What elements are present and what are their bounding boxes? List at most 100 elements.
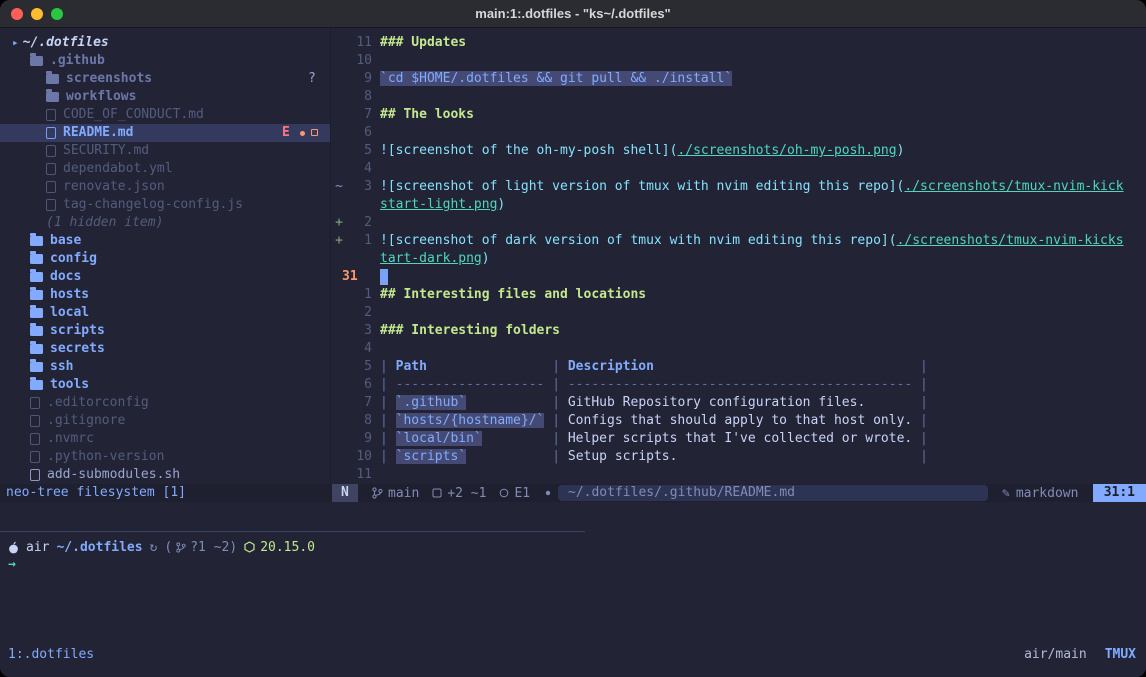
tree-item-nvmrc[interactable]: .nvmrc [0,430,330,448]
tree-item-tools[interactable]: tools [0,376,330,394]
line-number: 1 [338,286,372,304]
line-text: | `.github` | GitHub Repository configur… [380,394,928,412]
tree-item-code-of-conduct-md[interactable]: CODE_OF_CONDUCT.md [0,106,330,124]
editor-line[interactable]: tart-dark.png) [332,250,1146,268]
editor-line[interactable]: 4 [332,160,1146,178]
folder-icon [30,236,43,246]
tree-item-local[interactable]: local [0,304,330,322]
git-branch: main [372,486,419,501]
tree-item-github[interactable]: .github [0,52,330,70]
tree-item-label: SECURITY.md [63,142,149,160]
statusline: neo-tree filesystem [1] N main +2 ~1 E1 [0,484,1146,502]
chevron-icon: ▸ [12,34,19,52]
minimize-button[interactable] [31,8,43,20]
js-icon [46,199,56,211]
tree-item-label: .editorconfig [47,394,149,412]
folder-icon [30,362,43,372]
tree-item-label: ssh [50,358,73,376]
editor-line[interactable]: 1## Interesting files and locations [332,286,1146,304]
tmux-label: TMUX [1105,646,1136,664]
line-text: tart-dark.png) [380,250,490,268]
diff-counts: +2 ~1 [447,486,486,501]
tree-item-ssh[interactable]: ssh [0,358,330,376]
tree-item-security-md[interactable]: SECURITY.md [0,142,330,160]
editor-line[interactable]: 3### Interesting folders [332,322,1146,340]
tree-item-secrets[interactable]: secrets [0,340,330,358]
tree-item-label: tag-changelog-config.js [63,196,243,214]
git-branch-icon [372,487,383,499]
editor-line[interactable]: 8 | `hosts/{hostname}/` | Configs that sh… [332,412,1146,430]
editor-line[interactable]: ~3![screenshot of light version of tmux … [332,178,1146,196]
line-text: | Path | Description | [380,358,928,376]
tree-item-dotfiles[interactable]: ▸~/.dotfiles [0,34,330,52]
git-icon [30,415,40,427]
tree-item-scripts[interactable]: scripts [0,322,330,340]
editor-line[interactable]: 10| `scripts` | Setup scripts. | [332,448,1146,466]
editor-line[interactable]: 11### Updates [332,34,1146,52]
editor-line[interactable]: 5 ![screenshot of the oh-my-posh shell](.… [332,142,1146,160]
sync-icon: ↻ [150,540,158,555]
diff-icon [432,488,442,498]
tree-item-hosts[interactable]: hosts [0,286,330,304]
tmux-right: air/main TMUX [1024,646,1136,664]
editor-line[interactable]: 10 [332,52,1146,70]
tree-item-workflows[interactable]: workflows [0,88,330,106]
tmux-host-branch: air/main [1024,646,1087,664]
editor-line[interactable]: 5| Path | Description | [332,358,1146,376]
editor-line[interactable]: 2 [332,304,1146,322]
tmux-session[interactable]: 1:.dotfiles [8,646,94,664]
editor-line[interactable]: 31 [332,268,1146,286]
tree-item-label: ~/.dotfiles [23,34,109,52]
line-number: 4 [338,160,372,178]
tree-item-screenshots[interactable]: screenshots? [0,70,330,88]
editor-line[interactable]: +2 [332,214,1146,232]
dependabot-icon [46,163,56,175]
tree-item-readme-md[interactable]: README.mdE [0,124,330,142]
shell-host: air [26,540,49,555]
editor-line[interactable]: +1![screenshot of dark version of tmux w… [332,232,1146,250]
line-number: 11 [338,466,372,484]
tree-item-gitignore[interactable]: .gitignore [0,412,330,430]
editor-line[interactable]: 6| ------------------- | ---------------… [332,376,1146,394]
line-text: | `hosts/{hostname}/` | Configs that sho… [380,412,928,430]
zoom-button[interactable] [51,8,63,20]
line-text: ### Updates [380,34,466,52]
line-number: 8 [338,412,372,430]
editor-line[interactable]: 9`cd $HOME/.dotfiles && git pull && ./in… [332,70,1146,88]
tree-item-dependabot-yml[interactable]: dependabot.yml [0,160,330,178]
tree-item-config[interactable]: config [0,250,330,268]
tree-item-tag-changelog-config-js[interactable]: tag-changelog-config.js [0,196,330,214]
editor-line[interactable]: 9| `local/bin` | Helper scripts that I'v… [332,430,1146,448]
editor-line[interactable]: start-light.png) [332,196,1146,214]
editor-line[interactable]: 7| `.github` | GitHub Repository configu… [332,394,1146,412]
unstaged-square-icon [311,129,318,136]
tree-item-renovate-json[interactable]: renovate.json [0,178,330,196]
editor-line[interactable]: 11 [332,466,1146,484]
diagnostics-count: E1 [514,486,530,501]
tree-item-1-hidden-item[interactable]: (1 hidden item) [0,214,330,232]
tree-item-label: dependabot.yml [63,160,173,178]
tree-item-label: local [50,304,89,322]
editor-line[interactable]: 4 [332,340,1146,358]
node-icon [30,433,40,445]
modified-dot-icon [300,131,305,136]
editor-line[interactable]: 7## The looks [332,106,1146,124]
tree-item-add-submodules-sh[interactable]: add-submodules.sh [0,466,330,484]
folder-icon [30,272,43,282]
titlebar: main:1:.dotfiles - "ks~/.dotfiles" [0,0,1146,28]
editor-line[interactable]: 8 [332,88,1146,106]
diagnostic-error-flag: E [282,124,290,142]
tree-item-base[interactable]: base [0,232,330,250]
line-text: ![screenshot of the oh-my-posh shell](./… [380,142,904,160]
file-icon [46,145,56,157]
neotree-statusline: neo-tree filesystem [1] [6,484,186,502]
branch-name: main [388,486,419,501]
editor-line[interactable]: 6 [332,124,1146,142]
tree-item-editorconfig[interactable]: .editorconfig [0,394,330,412]
cursor [380,269,388,285]
node-version: 20.15.0 [244,540,315,555]
close-button[interactable] [11,8,23,20]
line-number: 5 [338,142,372,160]
tree-item-python-version[interactable]: .python-version [0,448,330,466]
tree-item-docs[interactable]: docs [0,268,330,286]
